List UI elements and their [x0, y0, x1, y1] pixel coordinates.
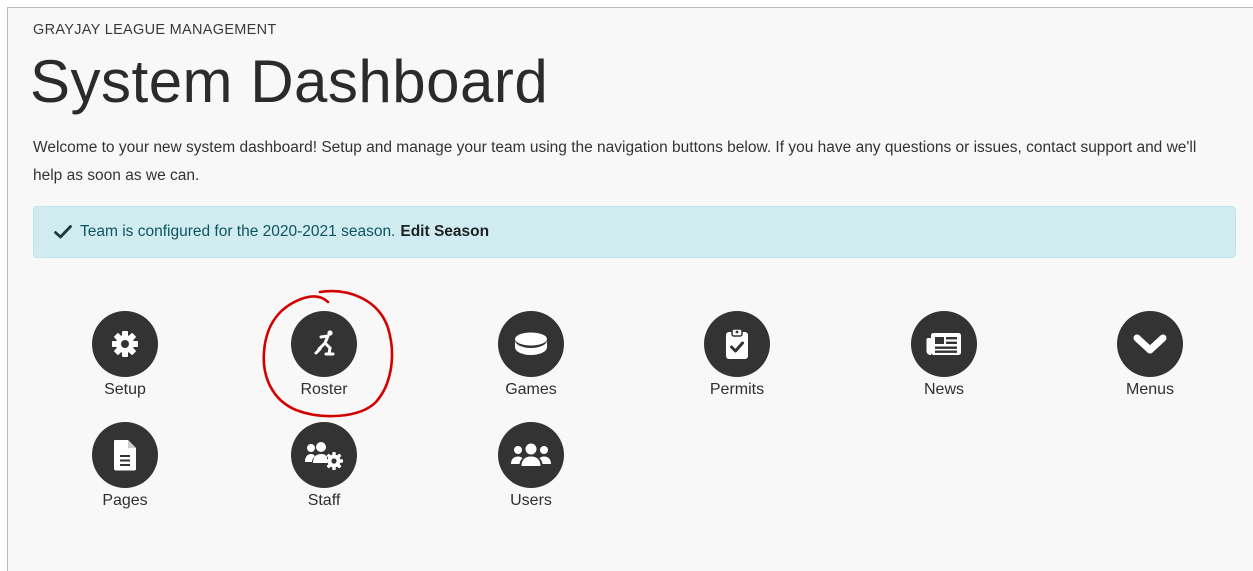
- tile-label: Pages: [102, 492, 148, 509]
- pages-button[interactable]: Pages: [60, 422, 190, 512]
- tile-label: Roster: [300, 381, 348, 398]
- tile-label: Users: [510, 492, 552, 509]
- gear-icon: [112, 331, 138, 357]
- tile-label: Setup: [104, 381, 146, 398]
- skater-icon: [314, 330, 335, 356]
- setup-button[interactable]: Setup: [60, 311, 190, 401]
- chevron-down-icon: [1133, 334, 1167, 354]
- tile-label: Games: [505, 381, 557, 398]
- puck-icon: [515, 332, 547, 355]
- users-gear-icon: [305, 442, 343, 470]
- games-button[interactable]: Games: [466, 311, 596, 401]
- clipboard-check-icon: [726, 328, 748, 359]
- tile-label: Menus: [1125, 381, 1175, 398]
- permits-button[interactable]: Permits: [672, 311, 802, 401]
- news-button[interactable]: News: [879, 311, 1009, 401]
- dashboard-panel: GRAYJAY LEAGUE MANAGEMENT System Dashboa…: [7, 7, 1253, 571]
- newspaper-icon: [926, 333, 961, 355]
- tile-label: News: [923, 381, 964, 398]
- menus-button[interactable]: Menus: [1085, 311, 1215, 401]
- tile-label: Staff: [307, 492, 341, 509]
- file-icon: [114, 440, 136, 471]
- roster-button[interactable]: Roster: [259, 311, 389, 401]
- staff-button[interactable]: Staff: [259, 422, 389, 512]
- nav-tiles: Setup Roster Games Permits News Menus Pa…: [8, 8, 1253, 571]
- tile-label: Permits: [709, 381, 765, 398]
- users-button[interactable]: Users: [466, 422, 596, 512]
- users-icon: [511, 443, 551, 466]
